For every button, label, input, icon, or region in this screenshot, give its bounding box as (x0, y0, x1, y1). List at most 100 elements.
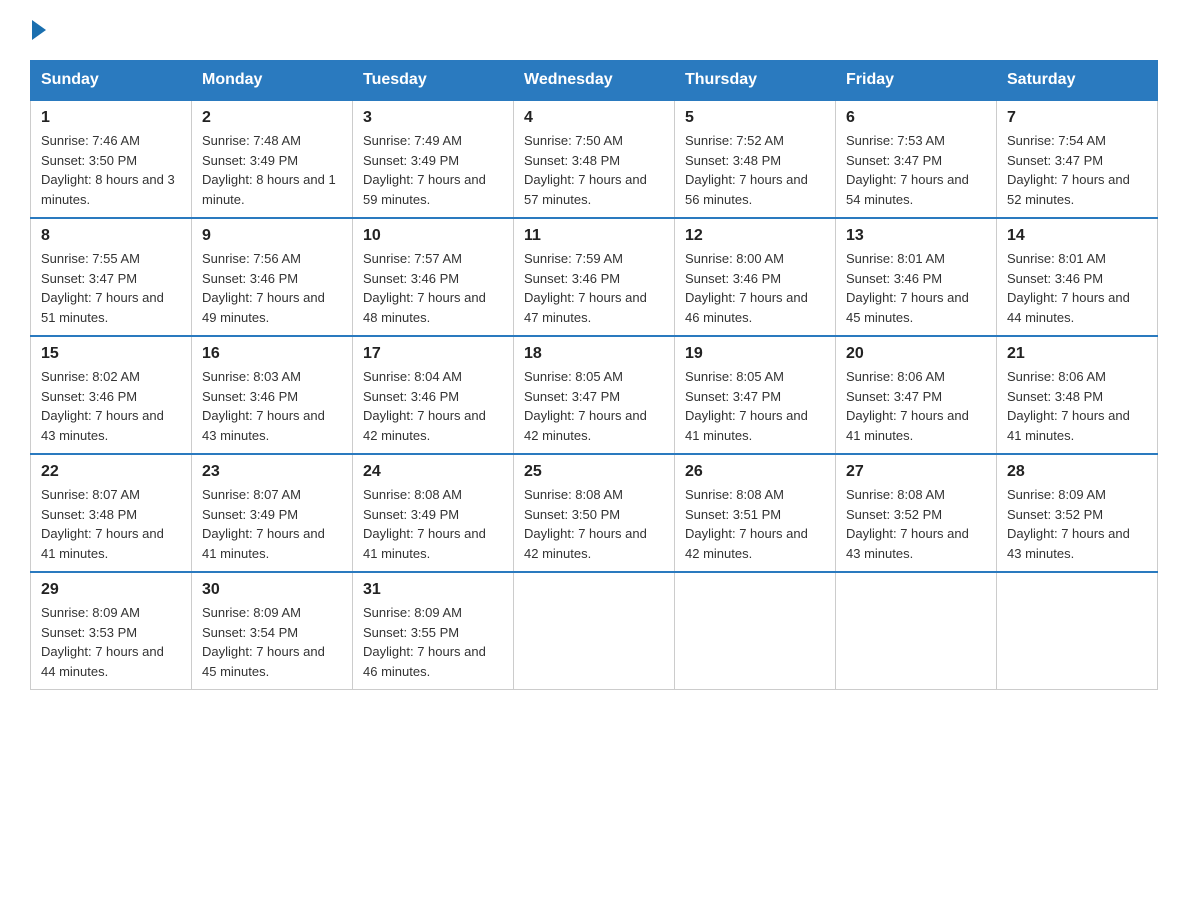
day-number: 16 (202, 345, 342, 363)
day-number: 14 (1007, 227, 1147, 245)
day-info: Sunrise: 8:01 AM Sunset: 3:46 PM Dayligh… (1007, 249, 1147, 327)
calendar-cell: 7 Sunrise: 7:54 AM Sunset: 3:47 PM Dayli… (997, 100, 1158, 218)
day-info: Sunrise: 8:06 AM Sunset: 3:48 PM Dayligh… (1007, 367, 1147, 445)
day-number: 30 (202, 581, 342, 599)
day-info: Sunrise: 7:59 AM Sunset: 3:46 PM Dayligh… (524, 249, 664, 327)
calendar-cell: 13 Sunrise: 8:01 AM Sunset: 3:46 PM Dayl… (836, 218, 997, 336)
day-info: Sunrise: 8:00 AM Sunset: 3:46 PM Dayligh… (685, 249, 825, 327)
day-info: Sunrise: 8:09 AM Sunset: 3:55 PM Dayligh… (363, 603, 503, 681)
calendar-week-row: 29 Sunrise: 8:09 AM Sunset: 3:53 PM Dayl… (31, 572, 1158, 690)
day-info: Sunrise: 8:07 AM Sunset: 3:49 PM Dayligh… (202, 485, 342, 563)
calendar-cell: 4 Sunrise: 7:50 AM Sunset: 3:48 PM Dayli… (514, 100, 675, 218)
day-number: 7 (1007, 109, 1147, 127)
calendar-cell: 15 Sunrise: 8:02 AM Sunset: 3:46 PM Dayl… (31, 336, 192, 454)
day-info: Sunrise: 7:57 AM Sunset: 3:46 PM Dayligh… (363, 249, 503, 327)
calendar-week-row: 1 Sunrise: 7:46 AM Sunset: 3:50 PM Dayli… (31, 100, 1158, 218)
calendar-cell: 17 Sunrise: 8:04 AM Sunset: 3:46 PM Dayl… (353, 336, 514, 454)
header-monday: Monday (192, 61, 353, 101)
day-number: 6 (846, 109, 986, 127)
day-number: 23 (202, 463, 342, 481)
header-wednesday: Wednesday (514, 61, 675, 101)
day-info: Sunrise: 8:02 AM Sunset: 3:46 PM Dayligh… (41, 367, 181, 445)
day-number: 5 (685, 109, 825, 127)
calendar-cell: 28 Sunrise: 8:09 AM Sunset: 3:52 PM Dayl… (997, 454, 1158, 572)
calendar-cell: 31 Sunrise: 8:09 AM Sunset: 3:55 PM Dayl… (353, 572, 514, 690)
calendar-cell: 16 Sunrise: 8:03 AM Sunset: 3:46 PM Dayl… (192, 336, 353, 454)
day-info: Sunrise: 8:09 AM Sunset: 3:54 PM Dayligh… (202, 603, 342, 681)
calendar-table: SundayMondayTuesdayWednesdayThursdayFrid… (30, 60, 1158, 690)
header-saturday: Saturday (997, 61, 1158, 101)
calendar-cell (514, 572, 675, 690)
day-info: Sunrise: 8:08 AM Sunset: 3:50 PM Dayligh… (524, 485, 664, 563)
calendar-cell: 20 Sunrise: 8:06 AM Sunset: 3:47 PM Dayl… (836, 336, 997, 454)
day-number: 15 (41, 345, 181, 363)
calendar-cell (675, 572, 836, 690)
calendar-cell: 2 Sunrise: 7:48 AM Sunset: 3:49 PM Dayli… (192, 100, 353, 218)
day-info: Sunrise: 7:46 AM Sunset: 3:50 PM Dayligh… (41, 131, 181, 209)
calendar-cell: 10 Sunrise: 7:57 AM Sunset: 3:46 PM Dayl… (353, 218, 514, 336)
header-friday: Friday (836, 61, 997, 101)
day-number: 19 (685, 345, 825, 363)
calendar-cell: 12 Sunrise: 8:00 AM Sunset: 3:46 PM Dayl… (675, 218, 836, 336)
day-number: 4 (524, 109, 664, 127)
day-info: Sunrise: 7:53 AM Sunset: 3:47 PM Dayligh… (846, 131, 986, 209)
day-info: Sunrise: 8:09 AM Sunset: 3:52 PM Dayligh… (1007, 485, 1147, 563)
day-info: Sunrise: 7:54 AM Sunset: 3:47 PM Dayligh… (1007, 131, 1147, 209)
day-number: 17 (363, 345, 503, 363)
day-info: Sunrise: 8:05 AM Sunset: 3:47 PM Dayligh… (685, 367, 825, 445)
calendar-cell (997, 572, 1158, 690)
calendar-cell: 8 Sunrise: 7:55 AM Sunset: 3:47 PM Dayli… (31, 218, 192, 336)
calendar-cell: 29 Sunrise: 8:09 AM Sunset: 3:53 PM Dayl… (31, 572, 192, 690)
day-number: 2 (202, 109, 342, 127)
day-info: Sunrise: 8:01 AM Sunset: 3:46 PM Dayligh… (846, 249, 986, 327)
day-number: 12 (685, 227, 825, 245)
day-number: 29 (41, 581, 181, 599)
calendar-cell: 11 Sunrise: 7:59 AM Sunset: 3:46 PM Dayl… (514, 218, 675, 336)
calendar-cell: 19 Sunrise: 8:05 AM Sunset: 3:47 PM Dayl… (675, 336, 836, 454)
day-number: 3 (363, 109, 503, 127)
calendar-cell: 27 Sunrise: 8:08 AM Sunset: 3:52 PM Dayl… (836, 454, 997, 572)
calendar-cell: 30 Sunrise: 8:09 AM Sunset: 3:54 PM Dayl… (192, 572, 353, 690)
day-info: Sunrise: 8:05 AM Sunset: 3:47 PM Dayligh… (524, 367, 664, 445)
day-info: Sunrise: 8:09 AM Sunset: 3:53 PM Dayligh… (41, 603, 181, 681)
day-info: Sunrise: 7:52 AM Sunset: 3:48 PM Dayligh… (685, 131, 825, 209)
day-number: 21 (1007, 345, 1147, 363)
day-info: Sunrise: 7:49 AM Sunset: 3:49 PM Dayligh… (363, 131, 503, 209)
day-info: Sunrise: 7:56 AM Sunset: 3:46 PM Dayligh… (202, 249, 342, 327)
day-info: Sunrise: 8:08 AM Sunset: 3:51 PM Dayligh… (685, 485, 825, 563)
calendar-cell: 22 Sunrise: 8:07 AM Sunset: 3:48 PM Dayl… (31, 454, 192, 572)
logo (30, 20, 48, 40)
day-number: 27 (846, 463, 986, 481)
day-number: 11 (524, 227, 664, 245)
day-info: Sunrise: 8:08 AM Sunset: 3:49 PM Dayligh… (363, 485, 503, 563)
day-number: 20 (846, 345, 986, 363)
calendar-week-row: 8 Sunrise: 7:55 AM Sunset: 3:47 PM Dayli… (31, 218, 1158, 336)
day-number: 8 (41, 227, 181, 245)
calendar-header-row: SundayMondayTuesdayWednesdayThursdayFrid… (31, 61, 1158, 101)
day-info: Sunrise: 8:08 AM Sunset: 3:52 PM Dayligh… (846, 485, 986, 563)
day-number: 31 (363, 581, 503, 599)
calendar-cell (836, 572, 997, 690)
calendar-cell: 23 Sunrise: 8:07 AM Sunset: 3:49 PM Dayl… (192, 454, 353, 572)
day-info: Sunrise: 8:04 AM Sunset: 3:46 PM Dayligh… (363, 367, 503, 445)
day-number: 9 (202, 227, 342, 245)
day-number: 1 (41, 109, 181, 127)
calendar-cell: 25 Sunrise: 8:08 AM Sunset: 3:50 PM Dayl… (514, 454, 675, 572)
calendar-cell: 5 Sunrise: 7:52 AM Sunset: 3:48 PM Dayli… (675, 100, 836, 218)
day-number: 25 (524, 463, 664, 481)
calendar-cell: 6 Sunrise: 7:53 AM Sunset: 3:47 PM Dayli… (836, 100, 997, 218)
day-number: 18 (524, 345, 664, 363)
calendar-cell: 18 Sunrise: 8:05 AM Sunset: 3:47 PM Dayl… (514, 336, 675, 454)
header-sunday: Sunday (31, 61, 192, 101)
day-number: 26 (685, 463, 825, 481)
day-info: Sunrise: 7:55 AM Sunset: 3:47 PM Dayligh… (41, 249, 181, 327)
day-number: 28 (1007, 463, 1147, 481)
day-info: Sunrise: 7:50 AM Sunset: 3:48 PM Dayligh… (524, 131, 664, 209)
day-info: Sunrise: 8:06 AM Sunset: 3:47 PM Dayligh… (846, 367, 986, 445)
day-info: Sunrise: 8:03 AM Sunset: 3:46 PM Dayligh… (202, 367, 342, 445)
calendar-cell: 24 Sunrise: 8:08 AM Sunset: 3:49 PM Dayl… (353, 454, 514, 572)
calendar-cell: 21 Sunrise: 8:06 AM Sunset: 3:48 PM Dayl… (997, 336, 1158, 454)
logo-arrow-icon (32, 20, 46, 40)
calendar-cell: 1 Sunrise: 7:46 AM Sunset: 3:50 PM Dayli… (31, 100, 192, 218)
calendar-cell: 9 Sunrise: 7:56 AM Sunset: 3:46 PM Dayli… (192, 218, 353, 336)
